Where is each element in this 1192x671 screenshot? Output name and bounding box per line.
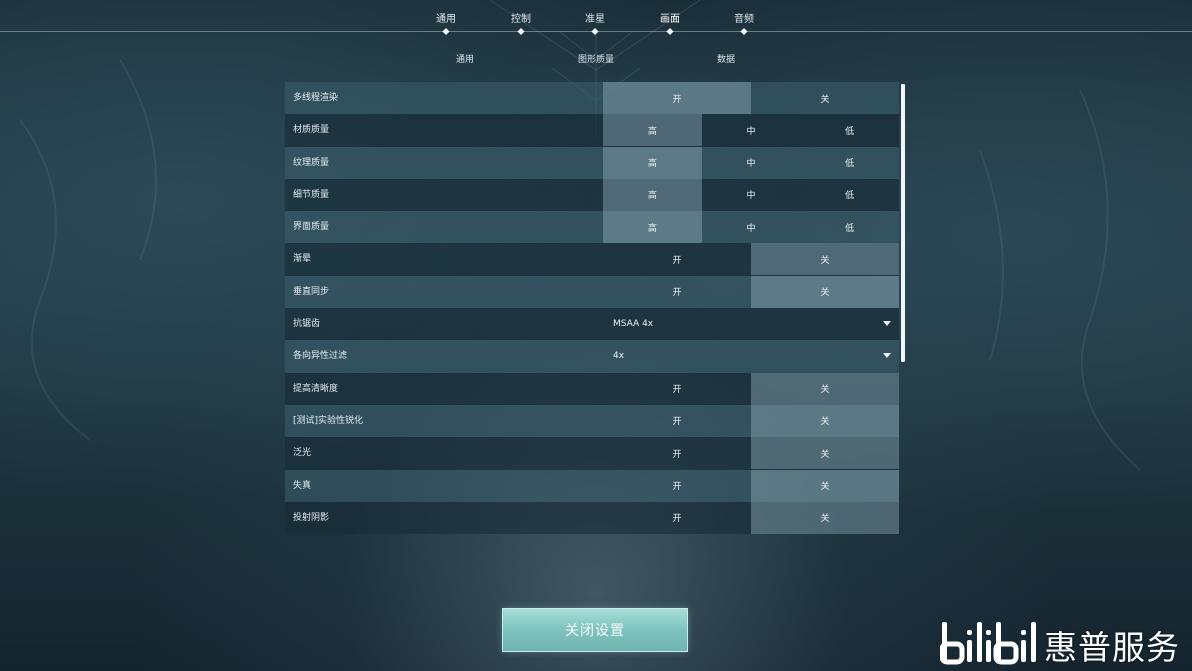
option-button[interactable]: 中	[702, 179, 801, 211]
chevron-down-icon	[883, 321, 891, 327]
dropdown-value: 4x	[613, 351, 625, 362]
setting-dropdown[interactable]: 4x	[603, 340, 899, 372]
setting-label: 纹理质量	[293, 157, 330, 168]
top-nav: 通用 控制 准星 画面 音频	[0, 0, 1192, 40]
setting-row: 提高清晰度 开关	[285, 372, 899, 405]
tab-audio[interactable]: 音频	[734, 10, 754, 25]
setting-label: 投射阴影	[293, 512, 330, 523]
option-button[interactable]: 关	[751, 243, 899, 276]
option-button[interactable]: 开	[603, 276, 751, 308]
setting-row: [测试]实验性锐化 开关	[285, 404, 899, 438]
option-button[interactable]: 中	[702, 211, 801, 243]
subtab-stats[interactable]: 数据	[717, 52, 735, 65]
option-button[interactable]: 关	[751, 437, 899, 470]
setting-row: 各向异性过滤 4x	[285, 340, 899, 373]
option-button[interactable]: 中	[702, 147, 801, 179]
close-settings-button[interactable]: 关闭设置	[502, 608, 688, 652]
dropdown-value: MSAA 4x	[613, 319, 654, 330]
option-button[interactable]: 开	[603, 470, 751, 502]
option-button[interactable]: 开	[603, 373, 751, 405]
tab-crosshair-marker	[591, 27, 599, 36]
tab-general-marker	[442, 27, 450, 36]
option-button[interactable]: 关	[751, 469, 899, 502]
tab-controls-marker	[517, 27, 525, 36]
option-button[interactable]: 关	[751, 501, 899, 534]
subtab-general[interactable]: 通用	[456, 52, 474, 65]
watermark-text: 惠普服务	[1044, 628, 1180, 667]
watermark: 惠普服务	[940, 618, 1190, 668]
setting-row: 泛光 开关	[285, 437, 899, 470]
setting-row: 多线程渲染 开关	[285, 82, 899, 115]
setting-label: 失真	[293, 480, 312, 491]
bilibili-logo	[940, 622, 1036, 665]
option-button[interactable]: 高	[603, 114, 702, 147]
tab-video-marker	[666, 27, 674, 36]
setting-row: 垂直同步 开关	[285, 275, 899, 309]
option-button[interactable]: 关	[751, 404, 899, 437]
graphics-settings-list: 多线程渲染开关材质质量高中低纹理质量高中低细节质量高中低界面质量高中低渐晕开关垂…	[285, 82, 899, 535]
subtab-graphics-quality[interactable]: 图形质量	[578, 52, 614, 65]
option-button[interactable]: 开	[603, 82, 751, 114]
tab-general[interactable]: 通用	[436, 10, 456, 25]
setting-label: 界面质量	[293, 222, 330, 233]
option-button[interactable]: 高	[603, 211, 702, 244]
setting-row: 失真 开关	[285, 469, 899, 502]
chevron-down-icon	[883, 353, 891, 359]
option-button[interactable]: 高	[603, 146, 702, 179]
option-button[interactable]: 低	[800, 114, 899, 146]
setting-row: 材质质量 高中低	[285, 114, 899, 147]
setting-label: 各向异性过滤	[293, 351, 348, 362]
setting-row: 细节质量 高中低	[285, 178, 899, 212]
setting-row: 界面质量 高中低	[285, 211, 899, 244]
option-button[interactable]: 关	[751, 275, 899, 308]
setting-label: 泛光	[293, 448, 312, 459]
toggle-group: 开关	[603, 469, 899, 502]
tab-crosshair[interactable]: 准星	[585, 10, 605, 25]
toggle-group: 开关	[603, 437, 899, 470]
setting-label: 抗锯齿	[293, 319, 321, 330]
option-button[interactable]: 关	[751, 82, 899, 114]
quality-choice-group: 高中低	[603, 114, 899, 147]
option-button[interactable]: 低	[800, 179, 899, 211]
option-button[interactable]: 关	[751, 372, 899, 405]
toggle-group: 开关	[603, 243, 899, 276]
option-button[interactable]: 开	[603, 437, 751, 469]
option-button[interactable]: 高	[603, 178, 702, 211]
setting-label: 多线程渲染	[293, 93, 339, 103]
toggle-group: 开关	[603, 404, 899, 437]
scrollbar[interactable]	[901, 84, 905, 362]
option-button[interactable]: 低	[800, 211, 899, 243]
toggle-group: 开关	[603, 372, 899, 405]
setting-label: 渐晕	[293, 254, 312, 265]
tab-controls[interactable]: 控制	[511, 10, 531, 25]
setting-row: 抗锯齿 MSAA 4x	[285, 308, 899, 341]
quality-choice-group: 高中低	[603, 211, 899, 244]
quality-choice-group: 高中低	[603, 146, 899, 179]
setting-row: 纹理质量 高中低	[285, 146, 899, 179]
setting-label: 垂直同步	[293, 286, 330, 297]
option-button[interactable]: 低	[800, 147, 899, 179]
tab-video[interactable]: 画面	[660, 10, 680, 25]
toggle-group: 开关	[603, 501, 899, 534]
toggle-group: 开关	[603, 82, 899, 114]
setting-row: 投射阴影 开关	[285, 501, 899, 535]
setting-label: [测试]实验性锐化	[293, 415, 364, 426]
setting-label: 材质质量	[293, 125, 330, 136]
quality-choice-group: 高中低	[603, 178, 899, 211]
option-button[interactable]: 开	[603, 405, 751, 437]
tab-audio-marker	[740, 27, 748, 36]
option-button[interactable]: 开	[603, 502, 751, 534]
option-button[interactable]: 开	[603, 243, 751, 275]
setting-label: 细节质量	[293, 189, 330, 200]
setting-row: 渐晕 开关	[285, 243, 899, 276]
setting-label: 提高清晰度	[293, 383, 339, 394]
setting-dropdown[interactable]: MSAA 4x	[603, 308, 899, 340]
toggle-group: 开关	[603, 275, 899, 308]
option-button[interactable]: 中	[702, 114, 801, 146]
